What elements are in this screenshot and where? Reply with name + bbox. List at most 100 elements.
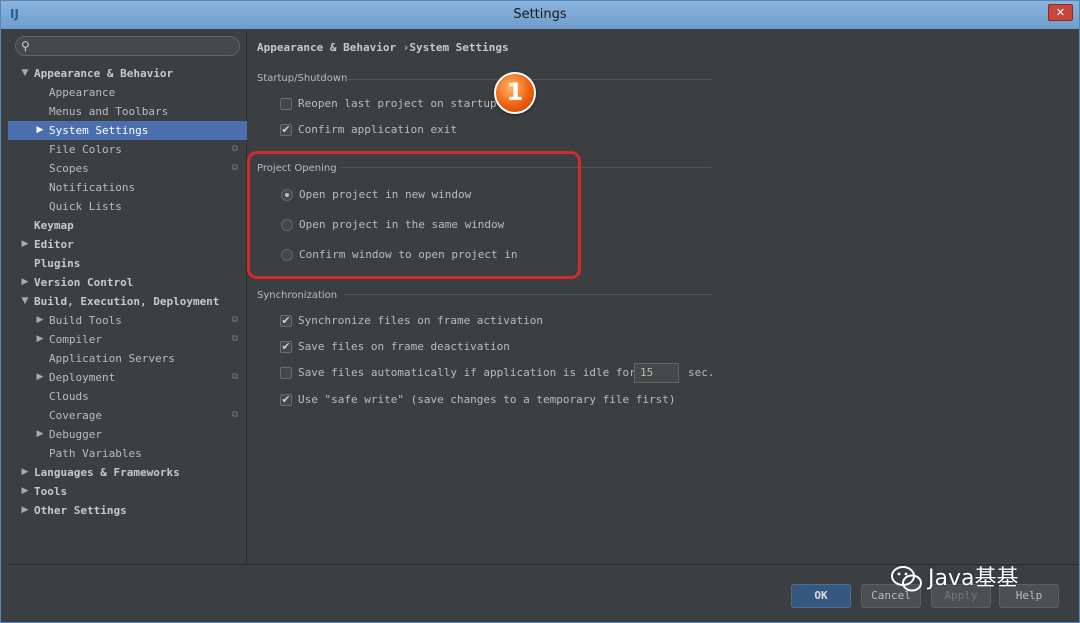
tree-item-appearance[interactable]: Appearance bbox=[8, 83, 247, 102]
tree-item-label: Plugins bbox=[34, 257, 81, 270]
tree-item-label: Languages & Frameworks bbox=[34, 466, 180, 479]
tree-item-file-colors[interactable]: File Colors ⧉ bbox=[8, 140, 247, 159]
section-startup-shutdown: Startup/Shutdown bbox=[257, 73, 348, 84]
expanded-arrow-icon[interactable]: ▼ bbox=[20, 64, 30, 83]
breadcrumb-current: System Settings bbox=[409, 41, 509, 54]
tree-item-label: Coverage bbox=[49, 409, 102, 422]
tree-item-compiler[interactable]: ▶ Compiler ⧉ bbox=[8, 330, 247, 349]
tree-item-label: Tools bbox=[34, 485, 68, 498]
settings-sidebar: ⚲ ▼ Appearance & Behavior Appearance Menus … bbox=[8, 31, 247, 563]
title-bar: IJ Settings ✕ bbox=[1, 1, 1079, 29]
project-copy-icon: ⧉ bbox=[231, 315, 238, 325]
collapsed-arrow-icon[interactable]: ▶ bbox=[20, 235, 30, 254]
project-copy-icon: ⧉ bbox=[231, 410, 238, 420]
tree-item-label: Debugger bbox=[49, 428, 102, 441]
collapsed-arrow-icon[interactable]: ▶ bbox=[20, 463, 30, 482]
checkbox-box[interactable]: ✔ bbox=[280, 315, 292, 327]
checkbox-box[interactable]: ✔ bbox=[280, 394, 292, 406]
tree-item-label: Appearance & Behavior bbox=[34, 67, 174, 80]
project-copy-icon: ⧉ bbox=[231, 334, 238, 344]
tree-item-coverage[interactable]: Coverage ⧉ bbox=[8, 406, 247, 425]
watermark: Java基基 bbox=[890, 560, 1019, 592]
idle-unit-label: sec. bbox=[688, 366, 715, 379]
tree-item-label: Path Variables bbox=[49, 447, 142, 460]
tree-item-label: Other Settings bbox=[34, 504, 127, 517]
collapsed-arrow-icon[interactable]: ▶ bbox=[35, 121, 45, 140]
project-opening-highlight bbox=[247, 151, 581, 279]
breadcrumb: Appearance & Behavior ›System Settings bbox=[257, 41, 509, 54]
checkbox-box[interactable] bbox=[280, 367, 292, 379]
collapsed-arrow-icon[interactable]: ▶ bbox=[35, 330, 45, 349]
save-when-idle-label: Save files automatically if application … bbox=[298, 366, 636, 379]
project-copy-icon: ⧉ bbox=[231, 163, 238, 173]
save-on-deactivation-label: Save files on frame deactivation bbox=[298, 340, 510, 353]
tree-item-label: Deployment bbox=[49, 371, 116, 384]
tree-item-build-tools[interactable]: ▶ Build Tools ⧉ bbox=[8, 311, 247, 330]
checkbox-box[interactable] bbox=[280, 98, 292, 110]
collapsed-arrow-icon[interactable]: ▶ bbox=[35, 425, 45, 444]
sync-frame-activation-label: Synchronize files on frame activation bbox=[298, 314, 544, 327]
section-synchronization: Synchronization bbox=[257, 290, 338, 301]
tree-item-clouds[interactable]: Clouds bbox=[8, 387, 247, 406]
project-copy-icon: ⧉ bbox=[231, 144, 238, 154]
idle-seconds-input[interactable]: 15 bbox=[634, 363, 679, 383]
confirm-exit-label: Confirm application exit bbox=[298, 123, 457, 136]
tree-item-label: Build, Execution, Deployment bbox=[34, 295, 220, 308]
tree-item-label: Menus and Toolbars bbox=[49, 105, 169, 118]
tree-item-label: Clouds bbox=[49, 390, 89, 403]
tree-item-label: Quick Lists bbox=[49, 200, 122, 213]
tree-item-languages-frameworks[interactable]: ▶ Languages & Frameworks bbox=[8, 463, 247, 482]
tree-item-label: Scopes bbox=[49, 162, 89, 175]
tree-item-debugger[interactable]: ▶ Debugger bbox=[8, 425, 247, 444]
tree-item-tools[interactable]: ▶ Tools bbox=[8, 482, 247, 501]
tree-item-deployment[interactable]: ▶ Deployment ⧉ bbox=[8, 368, 247, 387]
wechat-logo-icon bbox=[891, 566, 922, 592]
collapsed-arrow-icon[interactable]: ▶ bbox=[20, 501, 30, 520]
tree-item-label: Version Control bbox=[34, 276, 134, 289]
tree-item-label: Application Servers bbox=[49, 352, 175, 365]
expanded-arrow-icon[interactable]: ▼ bbox=[20, 292, 30, 311]
collapsed-arrow-icon[interactable]: ▶ bbox=[20, 273, 30, 292]
tree-item-scopes[interactable]: Scopes ⧉ bbox=[8, 159, 247, 178]
tree-item-label: Editor bbox=[34, 238, 74, 251]
safe-write-label: Use "safe write" (save changes to a temp… bbox=[298, 393, 676, 406]
close-icon[interactable]: ✕ bbox=[1048, 4, 1073, 21]
tree-item-label: File Colors bbox=[49, 143, 122, 156]
collapsed-arrow-icon[interactable]: ▶ bbox=[35, 368, 45, 387]
tree-item-system-settings[interactable]: ▶ System Settings bbox=[8, 121, 247, 140]
search-icon: ⚲ bbox=[21, 39, 30, 53]
checkbox-box[interactable]: ✔ bbox=[280, 124, 292, 136]
tree-item-label: Build Tools bbox=[49, 314, 122, 327]
tree-item-quick-lists[interactable]: Quick Lists bbox=[8, 197, 247, 216]
settings-tree: ▼ Appearance & Behavior Appearance Menus an… bbox=[8, 64, 247, 520]
reopen-last-project-label: Reopen last project on startup bbox=[298, 97, 497, 110]
collapsed-arrow-icon[interactable]: ▶ bbox=[20, 482, 30, 501]
tree-item-application-servers[interactable]: Application Servers bbox=[8, 349, 247, 368]
tree-item-path-variables[interactable]: Path Variables bbox=[8, 444, 247, 463]
tree-item-notifications[interactable]: Notifications bbox=[8, 178, 247, 197]
tree-item-appearance-behavior[interactable]: ▼ Appearance & Behavior bbox=[8, 64, 247, 83]
tree-item-editor[interactable]: ▶ Editor bbox=[8, 235, 247, 254]
tree-item-build-execution-deployment[interactable]: ▼ Build, Execution, Deployment bbox=[8, 292, 247, 311]
tree-item-menus-and-toolbars[interactable]: Menus and Toolbars bbox=[8, 102, 247, 121]
system-settings-panel: Appearance & Behavior ›System Settings S… bbox=[248, 31, 1079, 563]
tree-item-label: System Settings bbox=[49, 124, 149, 137]
tree-item-other-settings[interactable]: ▶ Other Settings bbox=[8, 501, 247, 520]
tree-item-plugins[interactable]: Plugins bbox=[8, 254, 247, 273]
collapsed-arrow-icon[interactable]: ▶ bbox=[35, 311, 45, 330]
ok-button[interactable]: OK bbox=[791, 584, 851, 608]
tree-item-label: Compiler bbox=[49, 333, 102, 346]
breadcrumb-parent: Appearance & Behavior bbox=[257, 41, 397, 54]
tree-item-keymap[interactable]: Keymap bbox=[8, 216, 247, 235]
section-divider bbox=[344, 294, 711, 295]
tree-item-label: Notifications bbox=[49, 181, 136, 194]
tree-item-label: Appearance bbox=[49, 86, 116, 99]
step-number-badge: 1 bbox=[494, 72, 536, 114]
checkbox-box[interactable]: ✔ bbox=[280, 341, 292, 353]
search-input[interactable]: ⚲ bbox=[15, 36, 240, 56]
tree-item-version-control[interactable]: ▶ Version Control bbox=[8, 273, 247, 292]
project-copy-icon: ⧉ bbox=[231, 372, 238, 382]
settings-window: IJ Settings ✕ ⚲ ▼ Appearance & Behavior Ap… bbox=[0, 0, 1080, 623]
watermark-text: Java基基 bbox=[928, 566, 1019, 591]
window-title: Settings bbox=[513, 7, 567, 22]
